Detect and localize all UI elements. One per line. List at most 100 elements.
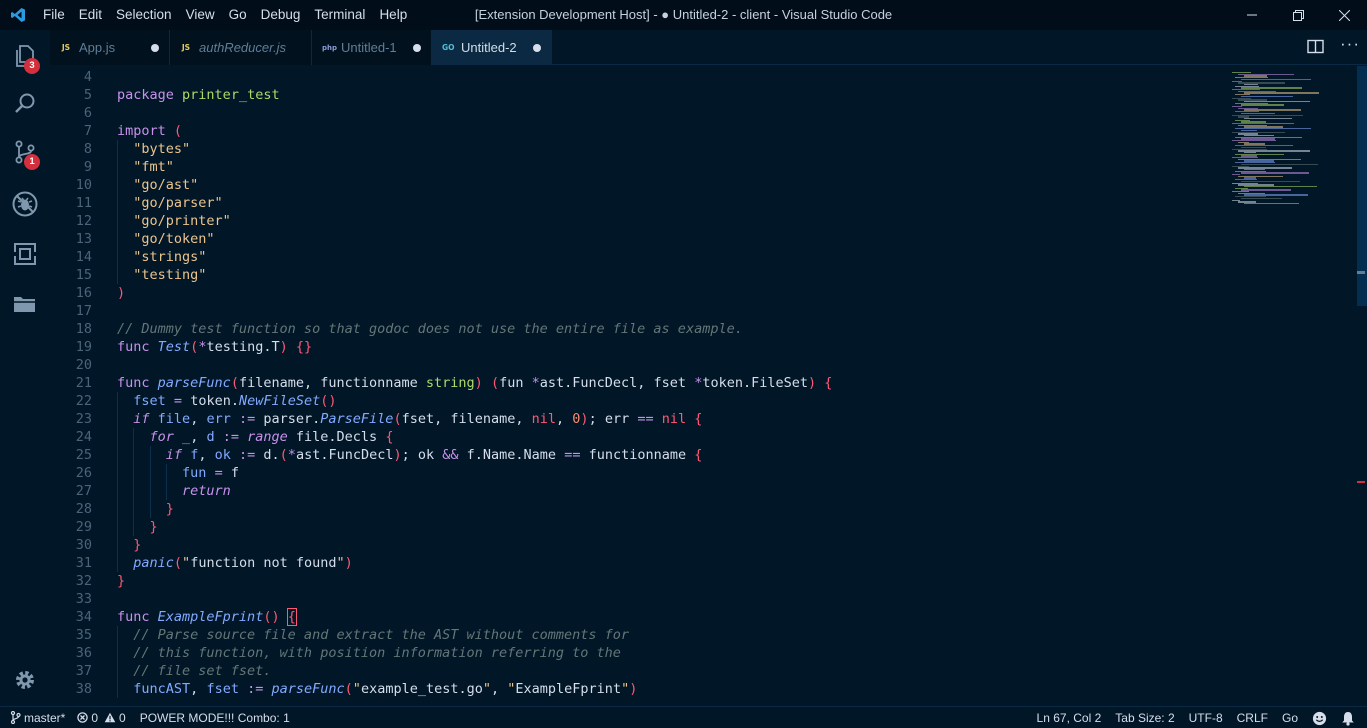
manage-button[interactable] [0,656,50,704]
code-line[interactable]: 31 panic("function not found") [50,554,1230,572]
folders-button[interactable] [0,280,50,328]
code-text: "go/ast" [117,177,199,193]
line-number: 20 [75,357,92,373]
code-line[interactable]: 20 [50,356,1230,374]
tab-size[interactable]: Tab Size: 2 [1107,707,1180,728]
code-line[interactable]: 7 import ( [50,122,1230,140]
extensions-icon [13,243,37,265]
line-number: 25 [75,447,92,463]
more-actions-icon[interactable]: ··· [1340,34,1360,54]
tab-label: Untitled-2 [461,40,517,55]
minimap[interactable] [1230,66,1350,266]
unsaved-dot-icon[interactable] [151,43,159,52]
menu-go[interactable]: Go [222,0,254,30]
end-of-line[interactable]: CRLF [1229,707,1274,728]
code-line[interactable]: 12 "go/printer" [50,212,1230,230]
code-line[interactable]: 37 // file set fset. [50,662,1230,680]
code-line[interactable]: 10 "go/ast" [50,176,1230,194]
line-number: 19 [75,339,92,355]
code-text: "bytes" [117,141,191,157]
vertical-scrollbar[interactable] [1355,66,1367,706]
code-line[interactable]: 13 "go/token" [50,230,1230,248]
status-bar: master* 0 0 POWER MODE!!! Combo: 1 Ln 67… [0,706,1367,728]
code-line[interactable]: 23 if file, err := parser.ParseFile(fset… [50,410,1230,428]
javascript-file-icon: JS [181,43,191,52]
menu-terminal[interactable]: Terminal [307,0,372,30]
code-line[interactable]: 29 } [50,518,1230,536]
git-branch[interactable]: master* [0,707,71,728]
code-line[interactable]: 25 if f, ok := d.(*ast.FuncDecl); ok && … [50,446,1230,464]
code-line[interactable]: 15 "testing" [50,266,1230,284]
minimize-button[interactable] [1229,0,1275,30]
code-line[interactable]: 21 func parseFunc(filename, functionname … [50,374,1230,392]
tab-app-js[interactable]: JS App.js [50,30,170,65]
scrollbar-marker [1357,271,1365,274]
code-line[interactable]: 4 [50,68,1230,86]
code-line[interactable]: 5 package printer_test [50,86,1230,104]
code-line[interactable]: 17 [50,302,1230,320]
code-line[interactable]: 33 [50,590,1230,608]
unsaved-dot-icon[interactable] [533,43,541,52]
tab-untitled-1[interactable]: php Untitled-1 [312,30,432,65]
menu-debug[interactable]: Debug [254,0,308,30]
line-number: 26 [75,465,92,481]
code-line[interactable]: 27 return [50,482,1230,500]
code-line[interactable]: 24 for _, d := range file.Decls { [50,428,1230,446]
close-button[interactable] [1321,0,1367,30]
code-editor[interactable]: 4 5 package printer_test 6 7 import (8 "bytes… [50,66,1367,706]
feedback-button[interactable] [1304,707,1333,728]
code-line[interactable]: 28 } [50,500,1230,518]
line-number: 22 [75,393,92,409]
menu-view[interactable]: View [179,0,222,30]
minimize-icon [1247,14,1257,16]
scrollbar-thumb[interactable] [1357,66,1367,306]
code-line[interactable]: 11 "go/parser" [50,194,1230,212]
line-number: 23 [75,411,92,427]
minimap-line [1241,104,1284,106]
code-line[interactable]: 26 fun = f [50,464,1230,482]
tab-untitled-2[interactable]: GO Untitled-2 [432,30,552,65]
menu-edit[interactable]: Edit [72,0,109,30]
code-line[interactable]: 19 func Test(*testing.T) {} [50,338,1230,356]
code-text: "go/parser" [117,195,223,211]
line-number: 32 [75,573,92,589]
menu-help[interactable]: Help [372,0,414,30]
code-text: fun = f [182,465,239,481]
code-line[interactable]: 30 } [50,536,1230,554]
restore-button[interactable] [1275,0,1321,30]
code-line[interactable]: 8 "bytes" [50,140,1230,158]
extensions-button[interactable] [0,230,50,278]
menu-file[interactable]: File [36,0,72,30]
menu-bar: File Edit Selection View Go Debug Termin… [36,0,414,30]
code-line[interactable]: 9 "fmt" [50,158,1230,176]
code-line[interactable]: 16) [50,284,1230,302]
explorer-button[interactable]: 3 [0,32,50,80]
debug-button[interactable] [0,180,50,228]
code-line[interactable]: 35 // Parse source file and extract the … [50,626,1230,644]
source-control-button[interactable]: 1 [0,128,50,176]
tab-authreducer-js[interactable]: JS authReducer.js [170,30,312,65]
bell-icon [1342,711,1354,726]
cursor-position[interactable]: Ln 67, Col 2 [1031,707,1108,728]
language-mode[interactable]: Go [1274,707,1304,728]
code-line[interactable]: 36 // this function, with position infor… [50,644,1230,662]
code-line[interactable]: 38 funcAST, fset := parseFunc("example_t… [50,680,1230,698]
line-number: 14 [75,249,92,265]
encoding[interactable]: UTF-8 [1181,707,1229,728]
search-button[interactable] [0,80,50,128]
code-line[interactable]: 34 func ExampleFprint() { [50,608,1230,626]
code-line[interactable]: 14 "strings" [50,248,1230,266]
javascript-file-icon: JS [61,43,71,52]
code-text: func Test(*testing.T) {} [117,339,313,355]
problems-indicator[interactable]: 0 0 [71,707,131,728]
code-line[interactable]: 22 fset = token.NewFileSet() [50,392,1230,410]
menu-selection[interactable]: Selection [109,0,179,30]
code-line[interactable]: 18 // Dummy test function so that godoc d… [50,320,1230,338]
line-number: 13 [75,231,92,247]
code-line[interactable]: 6 [50,104,1230,122]
unsaved-dot-icon[interactable] [413,43,421,52]
notifications-button[interactable] [1333,707,1367,728]
code-line[interactable]: 32} [50,572,1230,590]
line-number: 38 [75,681,92,697]
split-editor-icon[interactable] [1307,39,1325,55]
